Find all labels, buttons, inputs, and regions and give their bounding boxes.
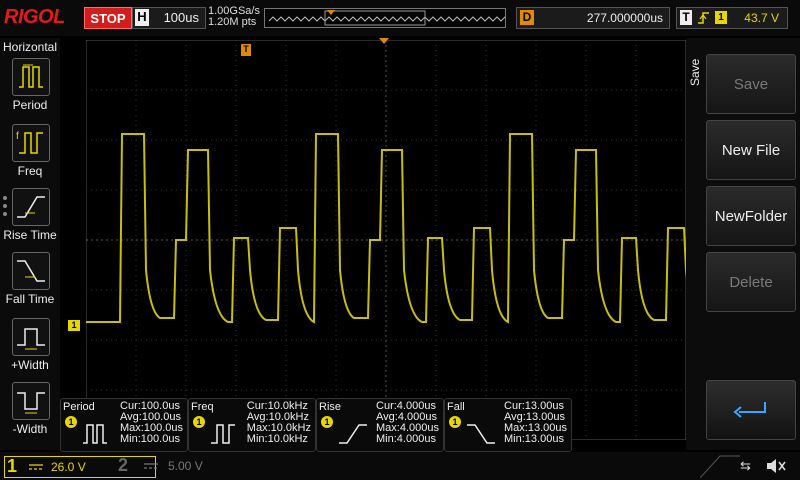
trigger-position-marker[interactable]: T [241,44,251,56]
delay-value: 277.000000us [586,11,663,25]
measurement-channel: 1 [193,416,205,428]
measurement-min: Min:100.0us [120,433,180,445]
bottom-bar-decoration [700,455,740,478]
fall-time-icon [467,424,495,444]
channel-2-number: 2 [118,455,129,475]
trigger-key: T [680,10,692,25]
channel-1-ground-marker[interactable]: 1 [68,320,80,331]
measurement-name: Fall [447,401,465,413]
speaker-muted-icon[interactable] [764,457,786,475]
rise-time-icon [339,424,367,444]
channel-2-scale: 5.00 V [168,459,203,473]
return-button[interactable] [706,380,796,440]
measure-rise-time-button[interactable]: Rise Time [0,188,60,250]
trigger-source: 1 [715,11,727,24]
memory-waveform-overview [268,10,534,26]
measurement-period[interactable]: Period 1 Cur:100.0us Avg:100.0us Max:100… [60,398,188,452]
memory-position-bar[interactable] [264,8,534,28]
negative-width-icon [12,382,50,420]
period-icon [83,424,107,444]
measurement-name: Period [63,401,95,413]
save-button[interactable]: Save [706,54,796,114]
rise-time-icon [12,188,50,226]
channel-1-number: 1 [7,456,18,476]
delay-key: D [520,10,534,25]
fall-time-icon [12,252,50,290]
measurement-frequency[interactable]: Freq 1 Cur:10.0kHz Avg:10.0kHz Max:10.0k… [188,398,316,452]
usb-icon: ⇆ [740,458,751,473]
rising-edge-icon [698,12,709,24]
positive-width-icon [12,318,50,356]
left-menu-title: Horizontal [2,40,58,54]
measurement-name: Rise [319,401,342,413]
timebase-key: H [135,9,149,26]
dc-coupling-icon [29,464,43,470]
measure-fall-time-button[interactable]: Fall Time [0,252,60,314]
dc-coupling-icon [144,463,158,469]
channel-1-scale: 26.0 V [51,460,86,474]
period-label: Period [12,98,48,112]
fall-time-label: Fall Time [5,292,55,306]
return-arrow-icon [733,402,766,418]
memory-depth: 1.20M pts [208,16,257,28]
run-stop-status[interactable]: STOP [84,7,132,29]
rise-time-label: Rise Time [3,228,57,242]
measure-negative-width-button[interactable]: -Width [0,382,60,444]
delete-button[interactable]: Delete [706,252,796,312]
frequency-icon [211,424,235,444]
measurement-min: Min:10.0kHz [246,433,308,445]
save-menu-tab: Save [688,58,702,86]
measurement-channel: 1 [65,416,77,428]
channel-2-status[interactable]: 2 5.00 V [118,455,228,476]
new-folder-button[interactable]: NewFolder [706,186,796,246]
rigol-logo: RIGOL [4,6,65,28]
measure-period-button[interactable]: Period [0,58,60,120]
acquisition-info: 1.00GSa/s 1.20M pts [208,6,260,28]
measurement-min: Min:4.000us [376,433,436,445]
trigger-position-icon [327,10,335,15]
new-file-button[interactable]: New File [706,120,796,180]
measure-positive-width-button[interactable]: +Width [0,318,60,380]
svg-text:f: f [16,131,19,142]
measure-frequency-button[interactable]: f Freq [0,124,60,186]
frequency-icon: f [12,124,50,162]
negative-width-label: -Width [12,422,48,436]
measurement-channel: 1 [449,416,461,428]
horizontal-timebase[interactable]: H 100us [132,7,206,29]
positive-width-label: +Width [11,358,49,372]
waveform-display[interactable] [86,40,686,440]
measurement-fall-time[interactable]: Fall 1 Cur:13.00us Avg:13.00us Max:13.00… [444,398,572,452]
trigger-level: 43.7 V [744,11,779,25]
center-position-marker [379,38,389,44]
menu-page-indicator [3,196,7,220]
measurement-name: Freq [191,401,214,413]
delay-offset[interactable]: D 277.000000us [516,7,670,29]
timebase-value: 100us [163,10,199,25]
freq-label: Freq [17,164,43,178]
period-icon [12,58,50,96]
measurement-min: Min:13.00us [504,433,564,445]
measurement-rise-time[interactable]: Rise 1 Cur:4.000us Avg:4.000us Max:4.000… [316,398,444,452]
trigger-status[interactable]: T 1 43.7 V [676,7,788,29]
measurement-channel: 1 [321,416,333,428]
